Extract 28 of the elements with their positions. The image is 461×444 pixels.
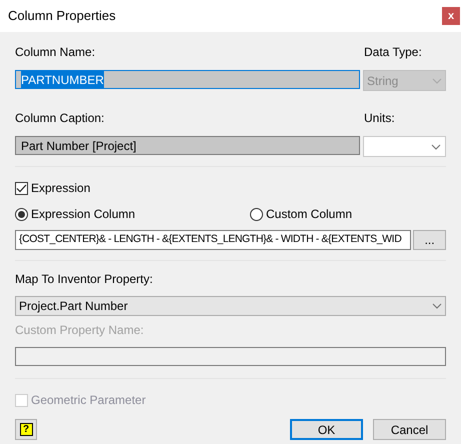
chevron-down-icon: [432, 303, 442, 309]
checkbox-label: Expression: [31, 180, 90, 197]
dropdown[interactable]: Project.Part Number: [15, 296, 446, 316]
input-field[interactable]: Part Number [Project]: [15, 136, 360, 155]
field-label: Map To Inventor Property:: [15, 271, 154, 288]
radio-button[interactable]: [15, 208, 28, 220]
close-button[interactable]: x: [442, 7, 460, 25]
help-button[interactable]: ?: [15, 419, 37, 440]
radio-label: Expression Column: [31, 206, 136, 223]
dialog-button[interactable]: Cancel: [373, 419, 446, 440]
chevron-down-icon: [432, 78, 442, 84]
field-label: Column Caption:: [15, 110, 104, 127]
field-label: Units:: [364, 110, 396, 127]
expression-field[interactable]: {COST_CENTER}& - LENGTH - &{EXTENTS_LENGTH}& - WIDTH - &{EXTENTS_WID: [15, 230, 412, 250]
radio-label: Custom Column: [266, 206, 352, 223]
input-field[interactable]: PARTNUMBER: [15, 70, 360, 89]
input-field[interactable]: [15, 347, 446, 366]
checkbox-label: Geometric Parameter: [31, 392, 146, 409]
dialog-button[interactable]: OK: [290, 419, 363, 440]
field-label: Column Name:: [15, 44, 96, 61]
browse-button[interactable]: ...: [413, 230, 446, 250]
radio-button[interactable]: [250, 208, 263, 220]
field-label: Custom Property Name:: [15, 322, 145, 339]
window-title: Column Properties: [8, 7, 116, 26]
checkmark-icon: [16, 184, 27, 192]
checkbox[interactable]: [15, 182, 28, 194]
chevron-down-icon: [431, 144, 441, 150]
field-label: Data Type:: [364, 44, 423, 61]
